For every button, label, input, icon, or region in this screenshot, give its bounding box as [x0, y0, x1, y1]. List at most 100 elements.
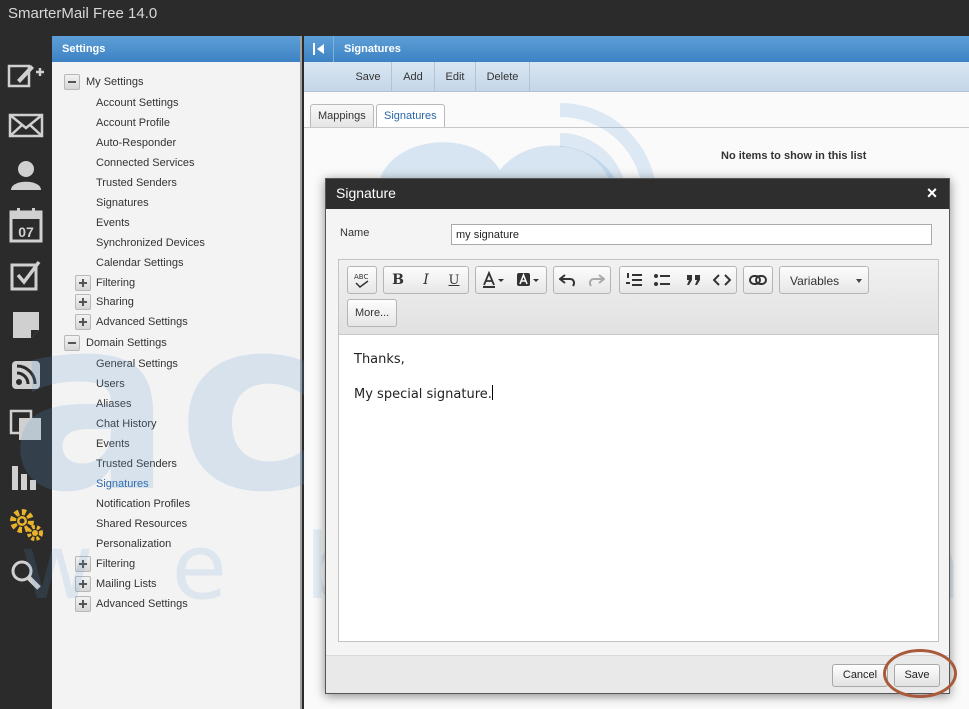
editor-toolbar: ABC B I U Variables More... — [339, 260, 938, 335]
tree-item-connected-services[interactable]: Connected Services — [96, 153, 194, 173]
contacts-icon[interactable] — [0, 150, 52, 200]
expand-icon[interactable] — [75, 314, 91, 330]
tree-node-advanced-settings[interactable]: Advanced Settings — [75, 312, 188, 332]
tree-node-sharing[interactable]: Sharing — [75, 292, 134, 312]
underline-button[interactable]: U — [440, 267, 468, 293]
tree-item-general-settings[interactable]: General Settings — [96, 354, 178, 374]
dialog-footer: Cancel Save — [326, 655, 949, 693]
tree-node-label: Domain Settings — [86, 337, 167, 349]
collapse-arrow-icon — [312, 43, 324, 55]
reports-icon[interactable] — [0, 450, 52, 500]
tree-item-chat-history[interactable]: Chat History — [96, 414, 157, 434]
expand-icon[interactable] — [75, 275, 91, 291]
bullet-list-button[interactable] — [648, 267, 676, 293]
tab-signatures[interactable]: Signatures — [376, 104, 445, 128]
background-color-button[interactable] — [512, 267, 546, 293]
app-title-bar: SmarterMail Free 14.0 — [0, 0, 969, 36]
signature-dialog: Signature × Name ABC B I U — [325, 178, 950, 694]
variables-label: Variables — [790, 274, 840, 288]
chevron-down-icon — [856, 279, 862, 283]
delete-button[interactable]: Delete — [476, 62, 530, 92]
italic-button[interactable]: I — [412, 267, 440, 293]
ordered-list-button[interactable] — [620, 267, 648, 293]
tree-item-notification-profiles[interactable]: Notification Profiles — [96, 494, 190, 514]
tree-item-domain-signatures[interactable]: Signatures — [96, 474, 149, 494]
edit-button[interactable]: Edit — [435, 62, 476, 92]
tasks-icon[interactable] — [0, 250, 52, 300]
compose-icon[interactable] — [0, 50, 52, 100]
tree-item-personalization[interactable]: Personalization — [96, 534, 171, 554]
tree-item-trusted-senders[interactable]: Trusted Senders — [96, 173, 177, 193]
insert-link-button[interactable] — [744, 267, 772, 293]
tree-node-label: Filtering — [96, 277, 136, 289]
more-button[interactable]: More... — [347, 299, 398, 327]
undo-icon — [559, 274, 575, 287]
tree-node-filtering[interactable]: Filtering — [75, 273, 135, 293]
expand-icon[interactable] — [75, 294, 91, 310]
signature-editor: ABC B I U Variables More... Thanks, My s… — [338, 259, 939, 642]
expand-icon[interactable] — [75, 596, 91, 612]
spellcheck-button[interactable]: ABC — [348, 267, 376, 293]
tree-item-auto-responder[interactable]: Auto-Responder — [96, 133, 176, 153]
tree-item-aliases[interactable]: Aliases — [96, 394, 131, 414]
tree-node-label: Filtering — [96, 558, 136, 570]
tree-item-shared-resources[interactable]: Shared Resources — [96, 514, 187, 534]
tree-item-account-profile[interactable]: Account Profile — [96, 113, 170, 133]
ordered-list-icon — [626, 273, 642, 286]
tree-node-domain-advanced-settings[interactable]: Advanced Settings — [75, 594, 188, 614]
calendar-icon[interactable]: 07 — [0, 200, 52, 250]
tree-node-label: Mailing Lists — [96, 578, 157, 590]
tree-node-my-settings[interactable]: My Settings — [64, 72, 143, 92]
tree-item-users[interactable]: Users — [96, 374, 125, 394]
settings-panel: Settings My Settings Account Settings Ac… — [52, 36, 302, 709]
redo-button[interactable] — [582, 267, 610, 293]
tree-item-domain-events[interactable]: Events — [96, 434, 130, 454]
color-group — [475, 266, 547, 294]
files-icon[interactable] — [0, 400, 52, 450]
close-icon[interactable]: × — [923, 184, 941, 202]
background-color-icon — [517, 272, 539, 286]
main-header: Signatures — [304, 36, 969, 62]
collapse-panel-button[interactable] — [304, 36, 334, 62]
collapse-icon[interactable] — [64, 335, 80, 351]
blockquote-button[interactable] — [680, 267, 708, 293]
rss-icon[interactable] — [0, 350, 52, 400]
tree-item-synchronized-devices[interactable]: Synchronized Devices — [96, 233, 205, 253]
tree-item-events[interactable]: Events — [96, 213, 130, 233]
tree-node-domain-settings[interactable]: Domain Settings — [64, 333, 167, 353]
calendar-day-text: 07 — [18, 224, 34, 240]
search-icon[interactable] — [0, 550, 52, 600]
font-color-button[interactable] — [478, 267, 512, 293]
redo-icon — [589, 274, 605, 287]
dialog-save-button[interactable]: Save — [894, 664, 940, 687]
tree-item-signatures[interactable]: Signatures — [96, 193, 149, 213]
settings-panel-title: Settings — [52, 36, 300, 62]
tree-node-label: Advanced Settings — [96, 316, 188, 328]
tree-item-calendar-settings[interactable]: Calendar Settings — [96, 253, 183, 273]
bold-button[interactable]: B — [384, 267, 412, 293]
code-icon — [713, 274, 731, 286]
collapse-icon[interactable] — [64, 74, 80, 90]
signature-line: My special signature. — [354, 387, 492, 402]
source-code-button[interactable] — [708, 267, 736, 293]
expand-icon[interactable] — [75, 556, 91, 572]
expand-icon[interactable] — [75, 576, 91, 592]
name-field[interactable] — [451, 224, 932, 245]
tab-mappings[interactable]: Mappings — [310, 104, 374, 128]
tree-item-account-settings[interactable]: Account Settings — [96, 93, 179, 113]
mail-icon[interactable] — [0, 100, 52, 150]
notes-icon[interactable] — [0, 300, 52, 350]
link-group — [743, 266, 773, 294]
variables-dropdown[interactable]: Variables — [779, 266, 869, 294]
tree-node-domain-filtering[interactable]: Filtering — [75, 554, 135, 574]
icon-rail: 07 — [0, 36, 52, 709]
add-button[interactable]: Add — [392, 62, 435, 92]
settings-icon[interactable] — [0, 500, 52, 550]
save-button[interactable]: Save — [345, 62, 392, 92]
tree-item-domain-trusted-senders[interactable]: Trusted Senders — [96, 454, 177, 474]
undo-button[interactable] — [554, 267, 582, 293]
tree-node-mailing-lists[interactable]: Mailing Lists — [75, 574, 157, 594]
editor-content[interactable]: Thanks, My special signature. — [339, 335, 938, 436]
history-group — [553, 266, 611, 294]
cancel-button[interactable]: Cancel — [832, 664, 888, 687]
